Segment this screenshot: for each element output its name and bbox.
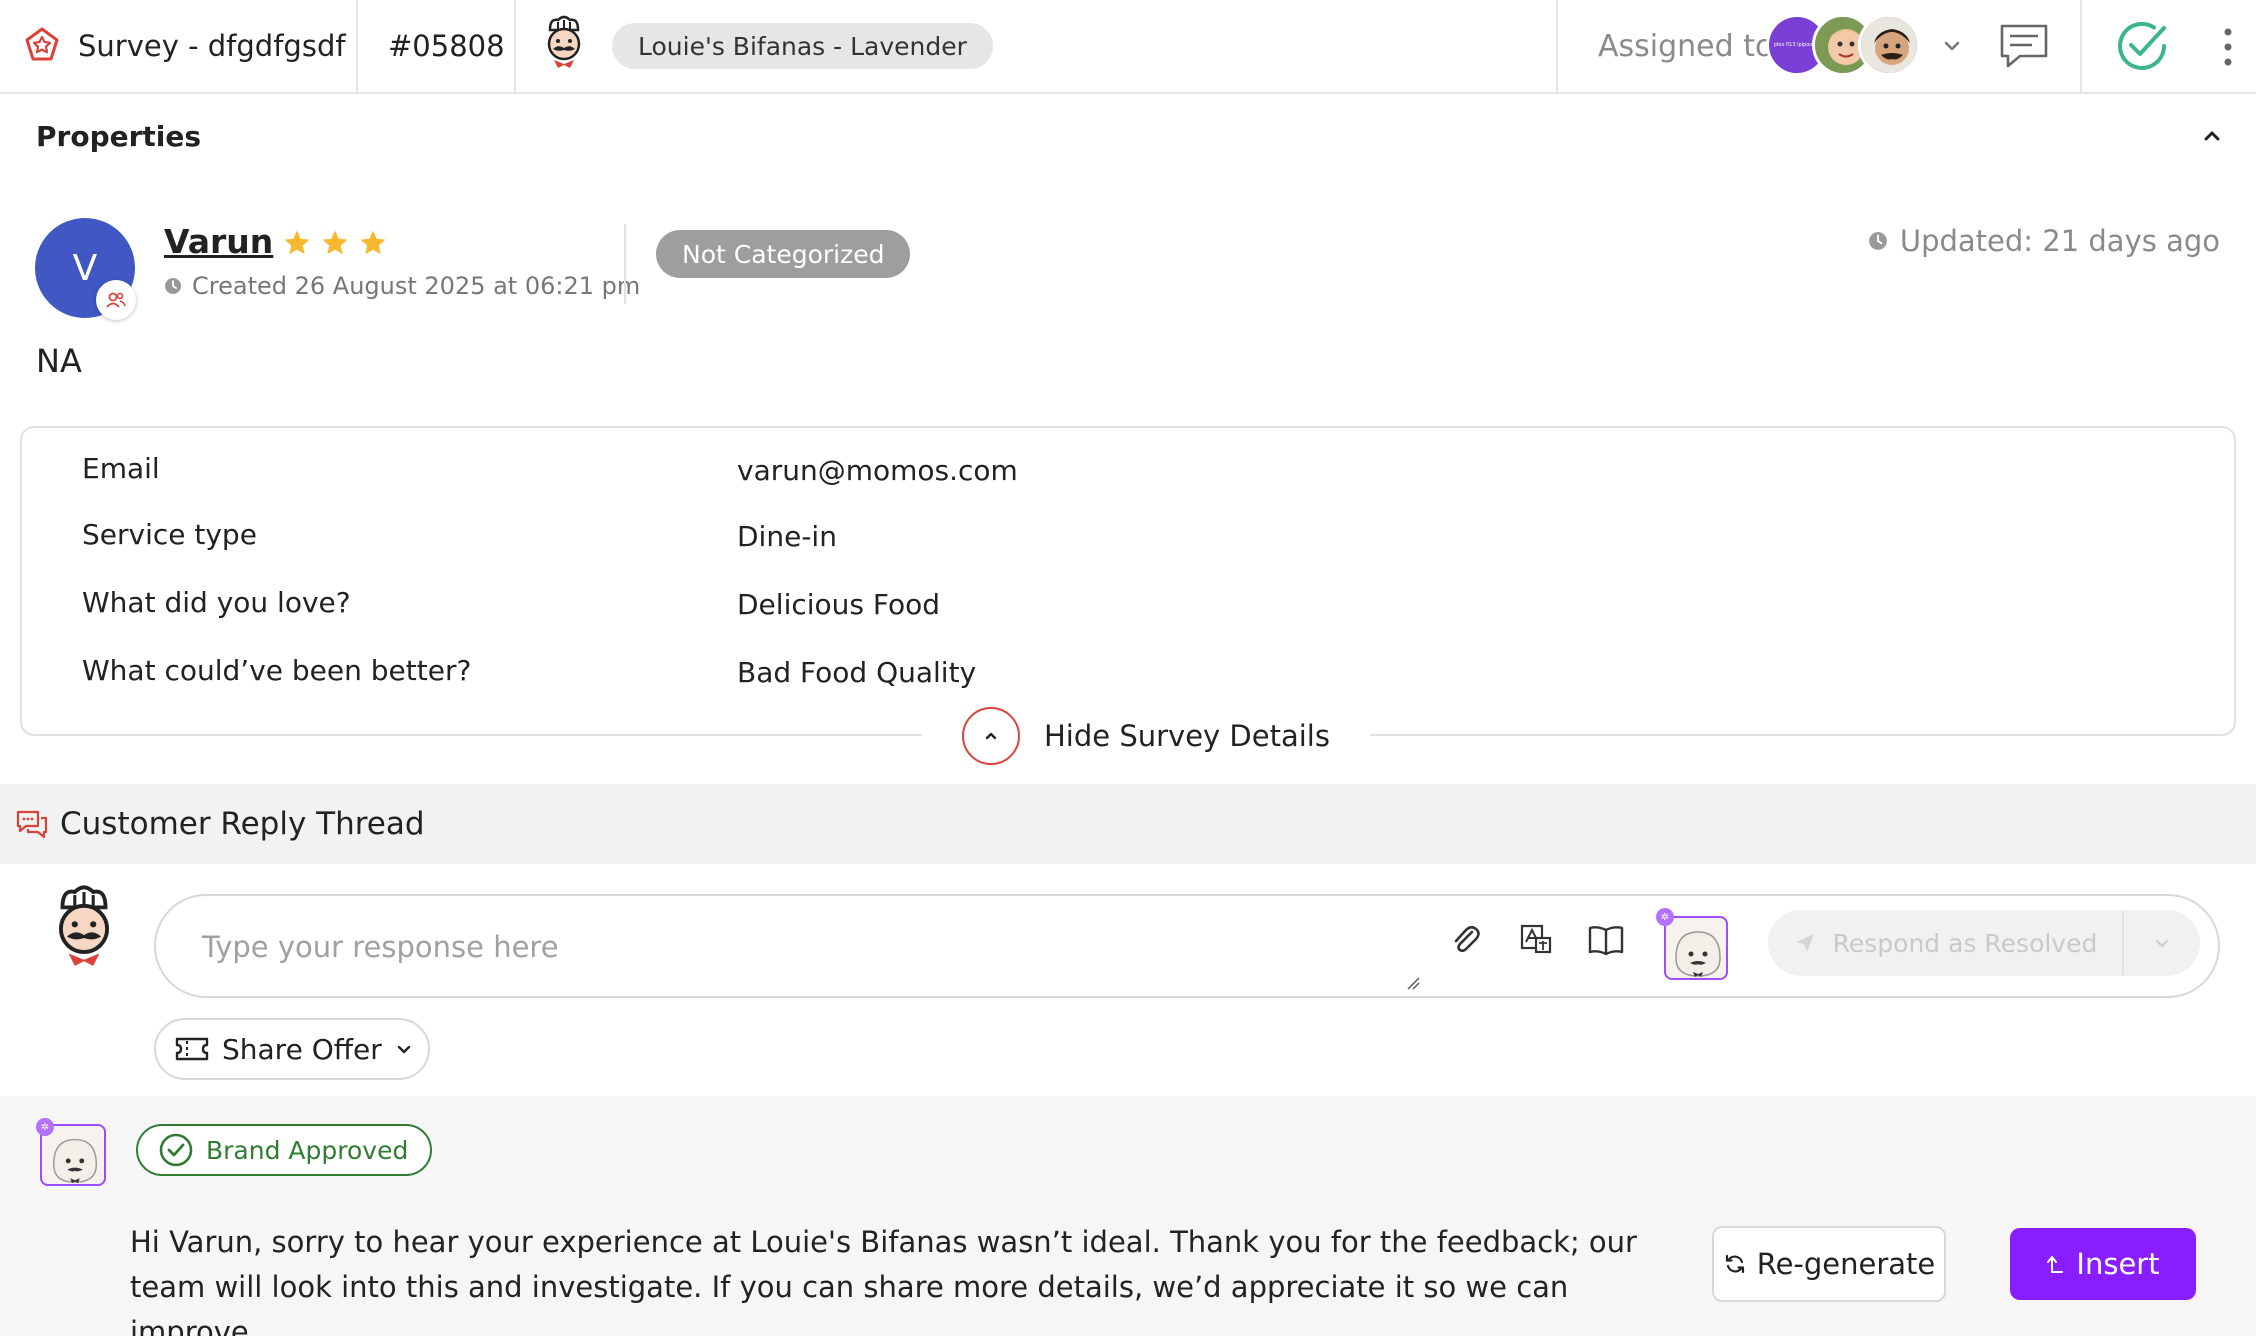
star-icon: [284, 230, 310, 255]
ticket-id: #05808: [388, 29, 505, 63]
created-timestamp: Created 26 August 2025 at 06:21 pm: [164, 272, 640, 300]
ai-sparkle-icon: ✲: [36, 1118, 54, 1136]
detail-value: Dine-in: [737, 520, 837, 553]
header-divider: [514, 0, 516, 94]
survey-title: Survey - dfgdfgsdf: [78, 29, 346, 63]
check-circle-icon[interactable]: [2112, 16, 2172, 76]
detail-value: Delicious Food: [737, 588, 941, 621]
ticket-icon: [175, 1037, 209, 1061]
ai-suggested-reply: Hi Varun, sorry to hear your experience …: [130, 1225, 1637, 1336]
brand-avatar: [44, 882, 124, 982]
share-offer-label: Share Offer: [222, 1032, 382, 1066]
ai-sparkle-icon: ✲: [1656, 908, 1674, 926]
header-divider: [1556, 0, 1558, 94]
detail-label: What did you love?: [82, 586, 351, 619]
star-icon: [322, 230, 348, 255]
clock-icon: [165, 278, 181, 294]
more-vertical-icon[interactable]: [2216, 22, 2240, 72]
survey-details-card: Email varun@momos.com Service type Dine-…: [20, 426, 2236, 736]
chevron-up-icon: [962, 707, 1020, 765]
attachment-icon[interactable]: [1446, 920, 1486, 960]
book-icon[interactable]: [1586, 920, 1626, 960]
chat-icon[interactable]: [1996, 18, 2052, 74]
hide-survey-details-label: Hide Survey Details: [1044, 719, 1330, 753]
reply-thread-title: Customer Reply Thread: [60, 806, 425, 842]
star-icon: [360, 230, 386, 255]
reply-input[interactable]: Type your response here ✲ Respond as Res…: [154, 894, 2220, 998]
respond-main-action[interactable]: Respond as Resolved: [1768, 910, 2122, 976]
insert-button[interactable]: Insert: [2010, 1228, 2196, 1300]
translate-icon[interactable]: [1516, 920, 1556, 960]
created-text: Created 26 August 2025 at 06:21 pm: [192, 272, 641, 300]
hide-survey-details-toggle[interactable]: Hide Survey Details: [922, 707, 1370, 765]
chevron-down-icon: [397, 1045, 410, 1054]
share-offer-button[interactable]: Share Offer: [154, 1018, 430, 1080]
regenerate-label: Re-generate: [1756, 1247, 1936, 1281]
divider: [624, 224, 626, 304]
ai-assistant-avatar[interactable]: [1664, 916, 1728, 980]
chat-bubbles-icon: [16, 810, 48, 839]
detail-label: What could’ve been better?: [82, 654, 472, 687]
insert-label: Insert: [2076, 1247, 2160, 1281]
category-badge[interactable]: Not Categorized: [656, 230, 911, 278]
insert-arrow-icon: [2047, 1256, 2064, 1273]
refresh-icon: [1725, 1254, 1744, 1274]
check-circle-icon: [159, 1133, 193, 1167]
detail-label: Email: [82, 452, 160, 485]
assigned-label: Assigned to: [1598, 28, 1774, 64]
header-divider: [356, 0, 358, 94]
assignee-avatars[interactable]: pleo fl13 lplpoo fl3: [1766, 14, 1920, 76]
ai-suggestion-panel: ✲ Brand Approved Hi Varun, sorry to hear…: [0, 1096, 2256, 1336]
detail-value: Bad Food Quality: [737, 656, 977, 689]
clock-icon: [1868, 232, 1887, 250]
respond-label: Respond as Resolved: [1832, 928, 2098, 958]
send-icon: [1795, 934, 1814, 952]
reply-thread-header: Customer Reply Thread: [0, 784, 2256, 864]
reply-placeholder: Type your response here: [202, 930, 559, 964]
survey-icon: [22, 25, 62, 65]
rating-stars: [282, 228, 388, 258]
respond-as-resolved-button[interactable]: Respond as Resolved: [1768, 910, 2200, 976]
resize-handle-icon[interactable]: [1406, 976, 1420, 990]
chevron-down-icon[interactable]: [2124, 932, 2200, 954]
chef-logo: [538, 14, 590, 78]
brand-approved-badge: Brand Approved: [136, 1124, 433, 1176]
updated-text: Updated: 21 days ago: [1899, 224, 2220, 258]
updated-timestamp: Updated: 21 days ago: [1868, 224, 2220, 258]
customer-comment: NA: [36, 342, 82, 380]
top-bar: Survey - dfgdfgsdf #05808 Louie's Bifana…: [0, 0, 2256, 94]
avatar: [1858, 14, 1920, 76]
customer-name[interactable]: Varun: [164, 222, 273, 261]
customer-initial: V: [72, 247, 98, 289]
regenerate-button[interactable]: Re-generate: [1712, 1226, 1946, 1302]
detail-label: Service type: [82, 518, 257, 551]
header-divider: [2080, 0, 2082, 94]
brand-approved-label: Brand Approved: [206, 1135, 409, 1165]
chevron-down-icon[interactable]: [1940, 34, 1964, 58]
detail-value: varun@momos.com: [737, 454, 1018, 487]
brand-location-pill[interactable]: Louie's Bifanas - Lavender: [612, 23, 993, 69]
chevron-up-icon[interactable]: [2198, 122, 2226, 150]
properties-title: Properties: [36, 120, 202, 153]
customer-group-icon: [96, 280, 136, 320]
